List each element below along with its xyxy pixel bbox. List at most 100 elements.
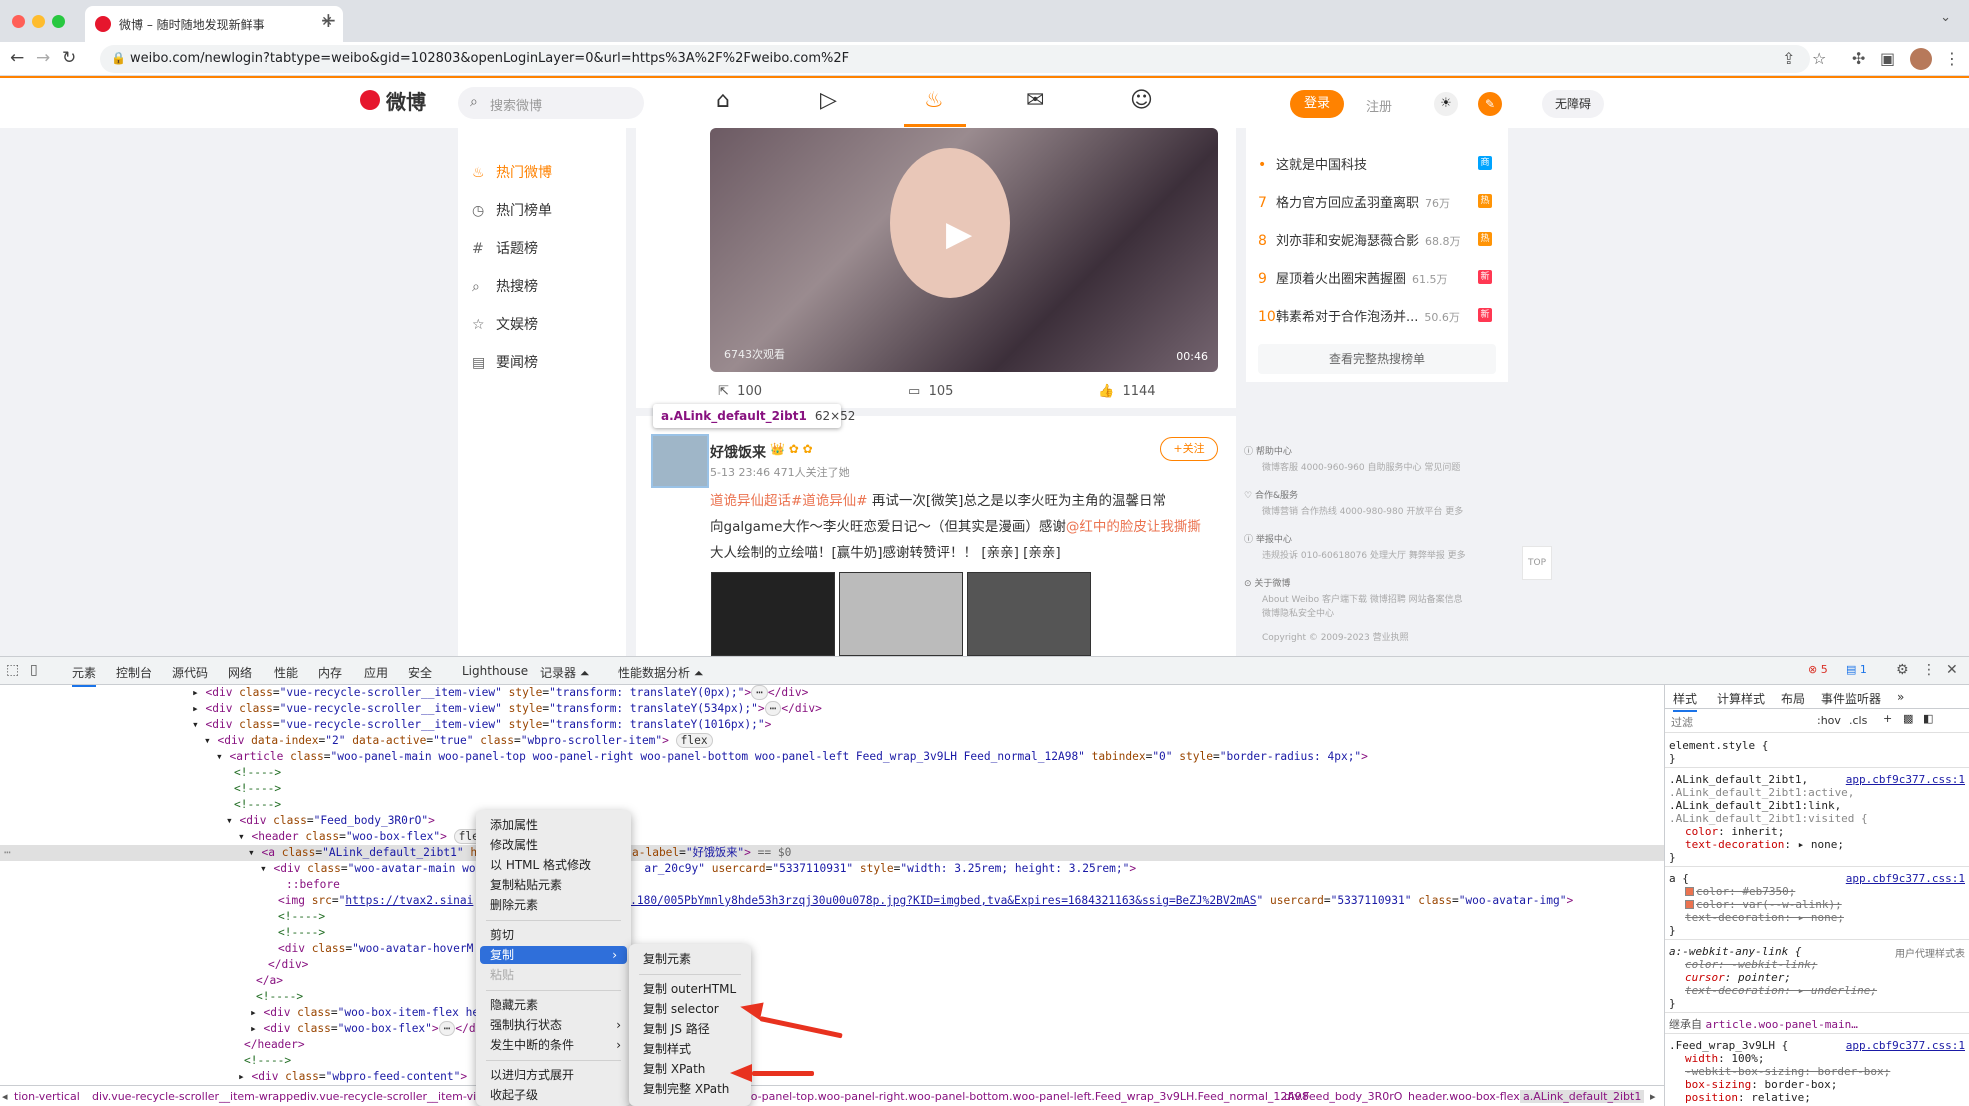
breadcrumb-scroll-left-icon[interactable]: ◂ [2,1090,8,1103]
dom-node[interactable]: </a> [256,973,283,989]
style-declaration[interactable]: color: inherit; [1685,825,1784,838]
dom-comment[interactable]: <!----> [256,989,303,1005]
style-declaration-overridden[interactable]: color: var(--w-alink); [1685,898,1842,911]
left-nav-item-hot-search[interactable]: ⌕ 热搜榜 [472,276,538,296]
style-declaration[interactable]: width: 100%; [1685,1052,1765,1065]
url-bar[interactable]: 🔒 weibo.com/newlogin?tabtype=weibo&gid=1… [100,45,1810,73]
profile-avatar[interactable] [1910,48,1932,70]
cls-toggle[interactable]: .cls [1849,714,1867,727]
dom-node[interactable]: ▸ <div class="wbpro-feed-content"> [238,1069,467,1085]
menu-copy-selector[interactable]: 复制 selector [629,1000,751,1018]
style-source-link[interactable]: app.cbf9c377.css:1 [1846,773,1965,786]
dom-node[interactable]: <div class="woo-avatar-hoverM [278,941,473,957]
left-nav-item-hot-list[interactable]: ◷ 热门榜单 [472,200,552,220]
dom-comment[interactable]: <!----> [234,781,281,797]
style-selector[interactable]: a:-webkit-any-link { [1669,945,1801,958]
extensions-icon[interactable]: ✣ [1852,49,1865,68]
comment-button[interactable]: ▭ 105 [908,384,953,399]
hot-item[interactable]: 8 刘亦菲和安妮海瑟薇合影 68.8万 [1258,230,1461,249]
video-player[interactable]: ▶ 6743次观看 00:46 [710,128,1218,372]
device-toggle-icon[interactable]: ▯ [30,662,38,678]
menu-icon[interactable]: ⋮ [1944,49,1960,68]
devtools-tab-network[interactable]: 网络 [228,664,252,681]
post-image-1[interactable] [711,572,835,656]
breadcrumb-scroll-right-icon[interactable]: ▸ [1650,1090,1656,1103]
dom-node[interactable]: ▸ <div class="vue-recycle-scroller__item… [192,701,822,717]
user-avatar[interactable] [651,434,709,488]
style-selector[interactable]: .ALink_default_2ibt1, [1669,773,1808,786]
new-rule-icon[interactable]: + [1883,712,1892,725]
dom-node[interactable]: ▾ <div class="woo-avatar-main woo ar_20c9… [260,861,1136,877]
menu-add-attribute[interactable]: 添加属性 [476,816,631,834]
menu-copy[interactable]: 复制 › [480,946,627,964]
styles-filter-input[interactable]: 过滤 [1671,714,1693,730]
weibo-search-input[interactable]: ⌕ 搜索微博 [458,87,644,119]
share-icon[interactable]: ⇪ [1782,49,1795,68]
dom-comment[interactable]: <!----> [278,925,325,941]
footer-privacy-link[interactable]: 微博隐私安全中心 [1262,606,1334,619]
post-username[interactable]: 好饿饭来 [710,442,766,462]
styles-tab-computed[interactable]: 计算样式 [1717,690,1765,707]
styles-tab-more[interactable]: » [1897,690,1904,704]
style-declaration-overridden[interactable]: -webkit-box-sizing: border-box; [1685,1065,1890,1078]
settings-gear-icon[interactable]: ⚙ [1896,662,1909,678]
dom-node-selected[interactable]: ⋯ ▾ <a class="ALink_default_2ibt1" h a-lab… [0,845,1664,861]
style-declaration-overridden[interactable]: text-decoration: ▸ underline; [1685,984,1877,997]
close-devtools-icon[interactable]: ✕ [1946,662,1958,678]
video-icon[interactable]: ▷ [820,88,837,113]
post-image-3[interactable] [967,572,1091,656]
hot-item[interactable]: 10韩素希对于合作泡汤并... 50.6万 [1258,306,1460,325]
hot-item[interactable]: • 这就是中国科技 [1258,154,1373,173]
dom-node[interactable]: </header> [244,1037,305,1053]
styles-tab-listeners[interactable]: 事件监听器 [1821,690,1881,707]
theme-sun-icon[interactable]: ☀ [1434,92,1458,116]
left-nav-item-topics[interactable]: # 话题榜 [472,238,538,258]
left-nav-item-hot-weibo[interactable]: ♨ 热门微博 [472,162,552,182]
menu-copy-js-path[interactable]: 复制 JS 路径 [629,1020,751,1038]
dom-node[interactable]: ▾ <div class="Feed_body_3R0rO"> [226,813,435,829]
style-declaration[interactable]: text-decoration: ▸ none; [1685,838,1844,851]
close-window-button[interactable] [12,15,25,28]
dom-node[interactable]: ▸ <div class="vue-recycle-scroller__item… [192,685,808,701]
tab-search-chevron-icon[interactable]: ⌄ [1940,10,1951,25]
breadcrumb-item-active[interactable]: a.ALink_default_2ibt1 [1520,1090,1645,1103]
breadcrumb-item[interactable]: div.vue-recycle-scroller__item-view [300,1090,492,1103]
maximize-window-button[interactable] [52,15,65,28]
style-rule[interactable]: element.style { [1669,739,1768,752]
style-selector[interactable]: .Feed_wrap_3v9LH { [1669,1039,1788,1052]
menu-expand-recursively[interactable]: 以进归方式展开 [476,1066,631,1084]
computed-sidebar-icon[interactable]: ◧ [1923,712,1933,725]
post-image-2[interactable] [839,572,963,656]
dom-node[interactable]: ▸ <div class="woo-box-item-flex he [250,1005,479,1021]
dom-comment[interactable]: <!----> [234,765,281,781]
menu-hide-element[interactable]: 隐藏元素 [476,996,631,1014]
share-button[interactable]: ⇱ 100 [718,384,762,399]
menu-force-state[interactable]: 强制执行状态 › [476,1016,631,1034]
menu-copy-full-xpath[interactable]: 复制完整 XPath [629,1080,751,1098]
style-declaration[interactable]: position: relative; [1685,1091,1811,1104]
footer-help-links[interactable]: 微博客服 4000-960-960 自助服务中心 常见问题 [1262,460,1460,473]
breadcrumb-item[interactable]: div.Feed_body_3R0rO [1284,1090,1402,1103]
profile-icon[interactable]: ☺ [1130,88,1153,113]
sidebar-icon[interactable]: ▣ [1880,49,1895,68]
hov-toggle[interactable]: :hov [1817,714,1841,727]
devtools-tab-memory[interactable]: 内存 [318,664,342,681]
menu-delete-element[interactable]: 删除元素 [476,896,631,914]
login-button[interactable]: 登录 [1290,90,1344,118]
bookmark-star-icon[interactable]: ☆ [1812,49,1826,68]
dom-node[interactable]: ▾ <header class="woo-box-flex"> flex [238,829,491,845]
error-count-badge[interactable]: ⊗ 5 [1808,663,1828,676]
color-swatch[interactable] [1685,887,1694,896]
mention-link[interactable]: @红中的脸皮让我撕撕 [1066,519,1201,535]
menu-collapse-children[interactable]: 收起子级 [476,1086,631,1104]
breadcrumb-item[interactable]: div.vue-recycle-scroller__item-wrapper [92,1090,304,1103]
devtools-tab-performance[interactable]: 性能 [274,664,298,681]
topic-tag-link[interactable]: 道诡异仙超话#道诡异仙# [710,493,868,509]
style-source-link[interactable]: app.cbf9c377.css:1 [1846,1039,1965,1052]
footer-coop-links[interactable]: 微博营销 合作热线 4000-980-980 开放平台 更多 [1262,504,1463,517]
left-nav-item-news[interactable]: ▤ 要闻榜 [472,352,538,372]
like-button[interactable]: 👍 1144 [1098,384,1156,399]
register-link[interactable]: 注册 [1366,96,1392,115]
back-icon[interactable]: ← [10,48,24,68]
hot-list-more-button[interactable]: 查看完整热搜榜单 [1258,344,1496,374]
